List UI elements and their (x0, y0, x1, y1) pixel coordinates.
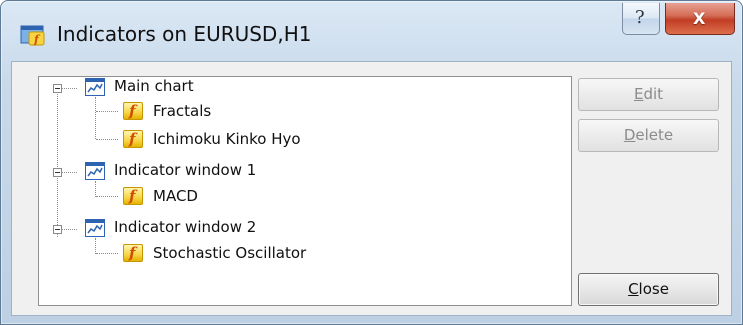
tree-group-indicator-window-1[interactable]: Indicator window 1 (114, 161, 256, 179)
function-icon: f (129, 244, 136, 262)
line-chart-icon (87, 224, 103, 234)
chart-window-icon (85, 162, 105, 180)
close-icon: X (693, 9, 706, 28)
tree-node-connector (62, 88, 77, 89)
delete-button-label: elete (635, 126, 674, 144)
close-button-mnemonic: C (628, 280, 639, 298)
edit-button[interactable]: Edit (578, 78, 719, 111)
indicators-dialog: f Indicators on EURUSD,H1 ? X Main chart… (0, 0, 743, 325)
tree-child-connector (95, 97, 96, 139)
chart-window-icon (85, 219, 105, 237)
tree-child-connector (96, 111, 118, 112)
delete-button-mnemonic: D (623, 126, 636, 144)
close-button-label: lose (638, 280, 669, 298)
minus-icon[interactable] (53, 168, 62, 177)
indicators-tree[interactable]: Main chart f Fractals f Ichimoku Kinko H… (38, 76, 572, 306)
function-icon: f (129, 130, 136, 148)
tree-child-connector (96, 139, 118, 140)
chart-window-icon (85, 78, 105, 96)
help-icon: ? (635, 7, 645, 28)
tree-child-connector (95, 181, 96, 197)
function-icon: f (129, 187, 136, 205)
indicator-icon: f (123, 130, 143, 148)
tree-node-connector (62, 229, 77, 230)
edit-button-label: dit (643, 85, 664, 103)
tree-root-connector (57, 88, 58, 237)
tree-item-fractals[interactable]: Fractals (153, 102, 211, 120)
tree-child-connector (95, 238, 96, 254)
minus-icon[interactable] (53, 225, 62, 234)
tree-node-connector (62, 172, 77, 173)
function-icon: f (129, 102, 136, 120)
help-button[interactable]: ? (622, 3, 660, 35)
tree-item-ichimoku-kinko-hyo[interactable]: Ichimoku Kinko Hyo (153, 130, 301, 148)
tree-child-connector (96, 196, 118, 197)
title-bar[interactable]: f Indicators on EURUSD,H1 ? X (1, 1, 742, 61)
line-chart-icon (87, 167, 103, 177)
tree-item-macd[interactable]: MACD (153, 187, 198, 205)
delete-button[interactable]: Delete (578, 119, 719, 152)
indicator-icon: f (123, 244, 143, 262)
tree-group-main-chart[interactable]: Main chart (114, 77, 194, 95)
tree-child-connector (96, 253, 118, 254)
dialog-title: Indicators on EURUSD,H1 (57, 22, 312, 46)
tree-group-indicator-window-2[interactable]: Indicator window 2 (114, 218, 256, 236)
tree-item-stochastic-oscillator[interactable]: Stochastic Oscillator (153, 244, 306, 262)
minus-icon[interactable] (53, 84, 62, 93)
indicators-app-icon: f (20, 25, 45, 46)
indicator-icon: f (123, 187, 143, 205)
dialog-content: Main chart f Fractals f Ichimoku Kinko H… (11, 61, 732, 316)
close-button[interactable]: Close (578, 273, 719, 306)
window-close-button[interactable]: X (665, 3, 735, 35)
indicator-icon: f (123, 102, 143, 120)
line-chart-icon (87, 83, 103, 93)
